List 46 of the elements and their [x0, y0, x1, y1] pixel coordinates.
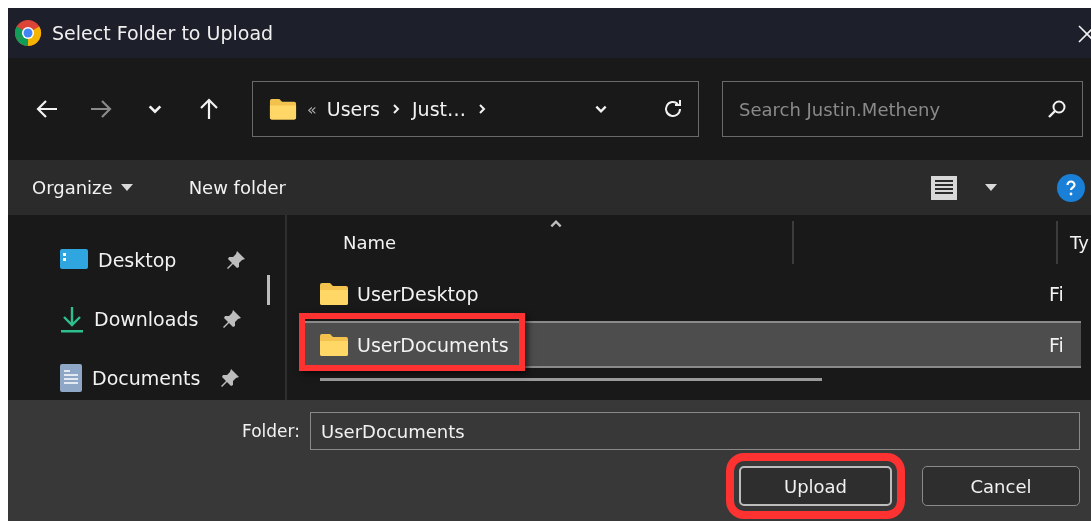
scrollbar-thumb[interactable] — [267, 275, 270, 305]
folder-icon — [269, 97, 297, 121]
search-icon — [1047, 99, 1067, 119]
download-icon — [60, 304, 84, 333]
column-header[interactable]: Ty — [1058, 232, 1089, 253]
refresh-icon[interactable] — [662, 98, 684, 120]
address-bar[interactable]: « Users Just… — [252, 81, 699, 137]
pin-icon[interactable] — [222, 308, 242, 329]
document-icon — [60, 363, 82, 392]
help-icon[interactable] — [1057, 173, 1085, 202]
file-name: UserDesktop — [357, 282, 479, 305]
file-type: Fi — [1049, 333, 1064, 356]
desktop-icon — [60, 247, 88, 272]
sidebar-item[interactable]: Documents — [92, 366, 210, 389]
window-title: Select Folder to Upload — [52, 22, 274, 44]
sidebar-item[interactable]: Desktop — [98, 248, 216, 271]
breadcrumb[interactable]: Users — [326, 98, 380, 120]
overflow-marker[interactable]: « — [307, 99, 317, 119]
chevron-right-icon — [476, 103, 488, 115]
file-type: Fi — [1049, 282, 1064, 305]
pin-icon[interactable] — [226, 249, 246, 270]
up-arrow-icon — [199, 98, 219, 120]
sidebar-item[interactable]: Downloads — [94, 307, 212, 330]
browser-logo-icon — [14, 19, 42, 47]
file-row[interactable]: UserDocuments Fi — [303, 321, 1081, 368]
chevron-right-icon — [390, 103, 402, 115]
view-list-icon[interactable] — [931, 175, 957, 200]
folder-icon — [319, 332, 349, 357]
caret-icon — [120, 184, 133, 191]
close-icon[interactable] — [1077, 23, 1091, 43]
caret-icon — [985, 184, 997, 191]
back-arrow-icon — [36, 99, 58, 119]
folder-field[interactable]: UserDocuments — [310, 412, 1080, 450]
file-name: UserDocuments — [357, 333, 509, 356]
organize-button[interactable]: Organize — [30, 173, 135, 202]
pin-icon[interactable] — [220, 367, 240, 388]
folder-icon — [319, 281, 349, 306]
new-folder-button[interactable]: New folder — [186, 173, 288, 202]
column-header[interactable]: Name — [287, 232, 397, 253]
file-row[interactable]: UserDesktop Fi — [303, 270, 1081, 317]
search-field[interactable]: Search Justin.Metheny — [722, 81, 1083, 137]
scrollbar-thumb[interactable] — [320, 378, 822, 381]
forward-arrow-icon — [90, 99, 112, 119]
cancel-button[interactable]: Cancel — [922, 466, 1080, 506]
field-label: Folder: — [242, 421, 300, 441]
breadcrumb[interactable]: Just… — [412, 98, 466, 120]
